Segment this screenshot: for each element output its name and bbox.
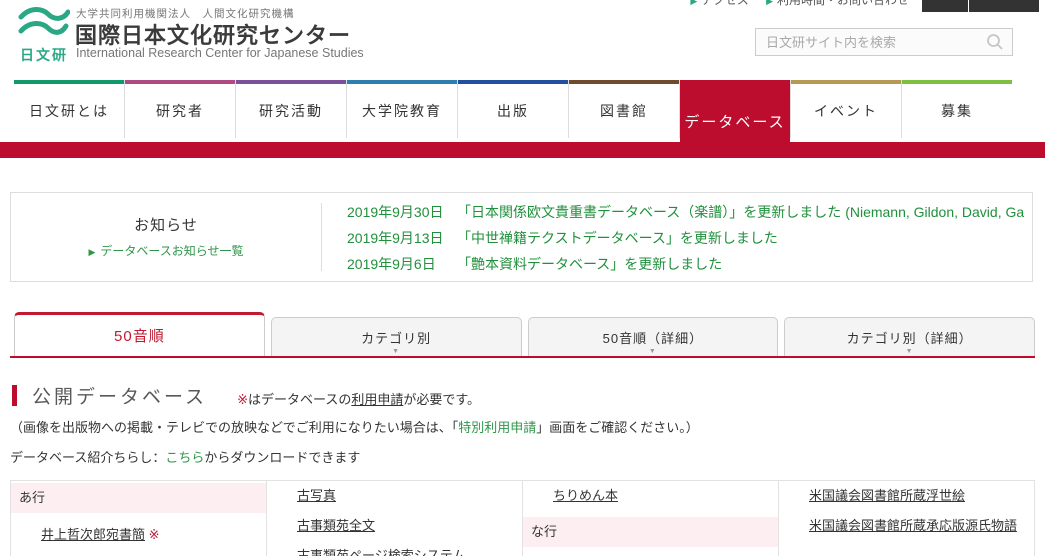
logo-text: 日文研 — [16, 45, 72, 65]
special-application-link[interactable]: 特別利用申請 — [458, 420, 536, 435]
required-mark: ※ — [237, 392, 248, 407]
news-link[interactable]: 「艶本資料データベース」を更新しました — [457, 252, 1024, 277]
view-tab-label: カテゴリ別（詳細） — [847, 328, 973, 347]
application-link[interactable]: 利用申請 — [351, 392, 403, 407]
view-tab-label: 50音順（詳細） — [603, 328, 703, 347]
utility-link-hours-contact[interactable]: 利用時間・お問い合わせ — [777, 0, 909, 7]
nav-tab[interactable]: 研究活動 — [236, 80, 346, 138]
db-column: 古写真古事類苑全文古事類苑ページ検索システム — [267, 481, 523, 556]
nav-tab[interactable]: 日文研とは — [14, 80, 124, 138]
triangle-icon: ▶ — [88, 247, 95, 257]
utility-button-2[interactable] — [969, 0, 1039, 12]
flyer-text: データベース紹介ちらし： — [10, 450, 165, 465]
site-subtitle: International Research Center for Japane… — [76, 46, 364, 60]
flyer-line: データベース紹介ちらし：こちらからダウンロードできます — [10, 447, 360, 466]
news-date: 2019年9月6日 — [347, 252, 457, 277]
view-tab[interactable]: 50音順（詳細）▼ — [528, 317, 779, 356]
note-text: はデータベースの — [248, 392, 351, 407]
chevron-down-icon: ▼ — [649, 348, 657, 355]
nav-tab[interactable]: イベント — [791, 80, 901, 138]
news-title: お知らせ — [11, 214, 321, 235]
news-link[interactable]: 「中世禅籍テクストデータベース」を更新しました — [457, 226, 1024, 251]
db-link-row: 古写真 — [267, 483, 522, 509]
triangle-icon: ▶ — [766, 0, 773, 6]
news-item[interactable]: 2019年9月6日「艶本資料データベース」を更新しました — [347, 252, 1024, 277]
chevron-down-icon: ▼ — [906, 348, 914, 355]
paragraph-text: 」画面をご確認ください。） — [536, 420, 699, 435]
view-tab-active[interactable]: 50音順 — [14, 312, 265, 356]
view-tab-label: カテゴリ別 — [361, 328, 431, 347]
main-nav: 日文研とは研究者研究活動大学院教育出版図書館データベースイベント募集 — [14, 80, 1012, 138]
flyer-text: からダウンロードできます — [204, 450, 360, 465]
db-link[interactable]: 古事類苑全文 — [297, 518, 375, 533]
news-link[interactable]: 「日本関係欧文貴重書データベース（楽譜）」を更新しました (Niemann, G… — [457, 200, 1024, 225]
news-list-link-label: データベースお知らせ一覧 — [100, 244, 243, 258]
news-date: 2019年9月30日 — [347, 200, 457, 225]
db-link-row: 古事類苑ページ検索システム — [267, 543, 522, 556]
divider — [321, 203, 322, 271]
view-tab[interactable]: カテゴリ別▼ — [271, 317, 522, 356]
news-item[interactable]: 2019年9月13日「中世禅籍テクストデータベース」を更新しました — [347, 226, 1024, 251]
nav-tab[interactable]: 大学院教育 — [347, 80, 457, 138]
nav-tab[interactable]: 研究者 — [125, 80, 235, 138]
site-search — [755, 28, 1013, 56]
site-logo[interactable]: 日文研 — [16, 5, 72, 65]
db-column: 米国議会図書館所蔵浮世絵米国議会図書館所蔵承応版源氏物語 — [779, 481, 1035, 556]
page-title: 公開データベース — [32, 382, 207, 409]
nav-tab[interactable]: 募集 — [902, 80, 1012, 138]
db-link[interactable]: 米国議会図書館所蔵承応版源氏物語 — [809, 518, 1017, 533]
db-link[interactable]: 米国議会図書館所蔵浮世絵 — [809, 488, 965, 503]
nav-tab[interactable]: 図書館 — [569, 80, 679, 138]
db-link-row: 米国議会図書館所蔵承応版源氏物語 — [779, 513, 1034, 539]
view-tab[interactable]: カテゴリ別（詳細）▼ — [784, 317, 1035, 356]
note-text: が必要です。 — [403, 392, 480, 407]
row-group-header: な行 — [523, 517, 778, 547]
heading-accent-bar — [12, 385, 17, 406]
utility-links: ▶ アクセス ▶ 利用時間・お問い合わせ — [676, 0, 909, 8]
db-link-row: ちりめん本 — [523, 483, 778, 509]
nav-tab[interactable]: 出版 — [458, 80, 568, 138]
utility-link-access[interactable]: アクセス — [701, 0, 748, 7]
page: ▶アクセス ▶利用時間・お問い合わせ 日文研 大学共同利用機関法人 人間文化研究… — [0, 0, 1045, 556]
red-accent-bar — [0, 142, 1045, 158]
section-heading: 公開データベース ※はデータベースの利用申請が必要です。 — [12, 382, 480, 409]
paragraph-text: （画像を出版物への掲載・テレビでの放映などでご利用になりたい場合は、「 — [10, 420, 458, 435]
required-mark: ※ — [145, 527, 160, 542]
db-link-row: 古事類苑全文 — [267, 513, 522, 539]
news-list-link[interactable]: ▶ データベースお知らせ一覧 — [11, 242, 321, 259]
db-link[interactable]: ちりめん本 — [553, 488, 618, 503]
triangle-icon: ▶ — [690, 0, 697, 6]
special-use-paragraph: （画像を出版物への掲載・テレビでの放映などでご利用になりたい場合は、「特別利用申… — [10, 417, 699, 436]
db-column: ちりめん本な行 — [523, 481, 779, 556]
news-list: 2019年9月30日「日本関係欧文貴重書データベース（楽譜）」を更新しました (… — [347, 200, 1024, 278]
wave-logo-icon — [18, 5, 70, 39]
utility-button-1[interactable] — [922, 0, 968, 12]
required-note: ※はデータベースの利用申請が必要です。 — [237, 389, 480, 408]
search-input[interactable] — [764, 34, 986, 51]
search-icon[interactable] — [986, 33, 1004, 51]
db-table: あ行井上哲次郎宛書簡 ※古写真古事類苑全文古事類苑ページ検索システムちりめん本な… — [10, 480, 1035, 556]
db-link-row: 米国議会図書館所蔵浮世絵 — [779, 483, 1034, 509]
news-left-panel: お知らせ ▶ データベースお知らせ一覧 — [11, 193, 321, 259]
db-link[interactable]: 井上哲次郎宛書簡 — [41, 527, 145, 542]
chevron-down-icon: ▼ — [392, 348, 400, 355]
view-tabs: 50音順カテゴリ別▼50音順（詳細）▼カテゴリ別（詳細）▼ — [10, 312, 1035, 358]
news-box: お知らせ ▶ データベースお知らせ一覧 2019年9月30日「日本関係欧文貴重書デ… — [10, 192, 1033, 282]
news-date: 2019年9月13日 — [347, 226, 457, 251]
db-link-row: 井上哲次郎宛書簡 ※ — [11, 522, 266, 548]
news-item[interactable]: 2019年9月30日「日本関係欧文貴重書データベース（楽譜）」を更新しました (… — [347, 200, 1024, 225]
db-link[interactable]: 古事類苑ページ検索システム — [297, 548, 465, 556]
view-tab-label: 50音順 — [114, 325, 165, 346]
row-group-header: あ行 — [11, 483, 266, 513]
db-link[interactable]: 古写真 — [297, 488, 336, 503]
flyer-download-link[interactable]: こちら — [165, 450, 204, 465]
db-column: あ行井上哲次郎宛書簡 ※ — [11, 481, 267, 556]
